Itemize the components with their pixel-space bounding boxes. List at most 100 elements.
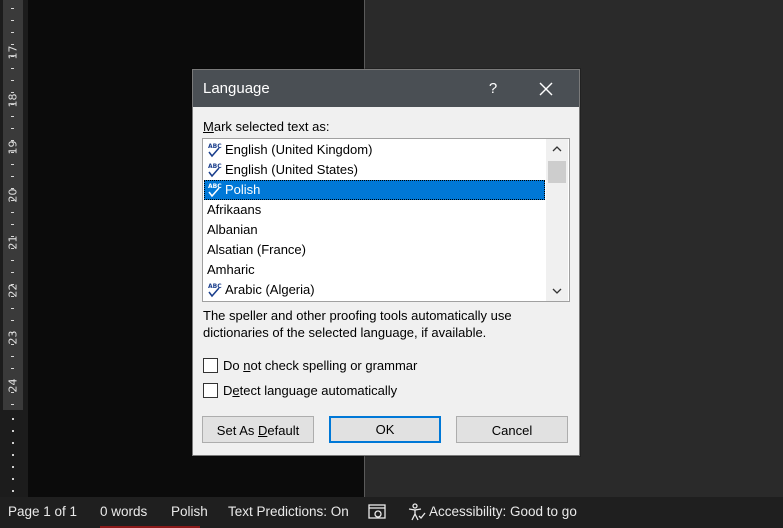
vertical-ruler: 17 18 19 20 21 22 23 24: [0, 0, 28, 497]
spellcheck-icon: ABC: [207, 142, 222, 158]
detect-language-label[interactable]: Detect language automatically: [223, 383, 397, 398]
no-check-spelling-checkbox[interactable]: [203, 358, 218, 373]
focus-mode-icon[interactable]: [367, 502, 387, 525]
ruler-tick: [11, 236, 14, 237]
language-name: Albanian: [207, 222, 258, 237]
ruler-tick: [11, 380, 14, 381]
status-bar: Page 1 of 1 0 words Polish Text Predicti…: [0, 497, 783, 528]
ruler-tick: [11, 104, 14, 105]
help-button[interactable]: ?: [479, 75, 507, 103]
language-name: English (United States): [225, 162, 358, 177]
text-predictions-status[interactable]: Text Predictions: On: [228, 504, 349, 519]
description-text: The speller and other proofing tools aut…: [203, 308, 512, 340]
no-check-spelling-label[interactable]: Do not check spelling or grammar: [223, 358, 417, 373]
ruler-tick: [12, 442, 14, 444]
language-list-item[interactable]: ABC Arabic (Algeria): [204, 280, 545, 300]
svg-text:ABC: ABC: [208, 183, 222, 190]
accessibility-status[interactable]: Accessibility: Good to go: [429, 504, 577, 519]
ruler-tick: [11, 308, 14, 309]
language-name: Polish: [225, 182, 261, 197]
ruler-tick: [11, 248, 14, 249]
ruler-tick: [11, 8, 14, 9]
chevron-up-icon: [552, 146, 562, 152]
ruler-number: 19: [6, 140, 20, 155]
scroll-thumb[interactable]: [548, 161, 566, 183]
ruler-tick: [11, 152, 14, 153]
ruler-tick: [11, 200, 14, 201]
language-list-item[interactable]: Albanian: [204, 220, 545, 240]
word-count[interactable]: 0 words: [100, 504, 147, 519]
ruler-tick: [11, 68, 14, 69]
set-as-default-button[interactable]: Set As Default: [202, 416, 314, 443]
ruler-tick: [11, 212, 14, 213]
svg-text:ABC: ABC: [208, 283, 222, 290]
spellcheck-icon: ABC: [207, 282, 222, 298]
ruler-tick: [11, 320, 14, 321]
language-list-item[interactable]: Afrikaans: [204, 200, 545, 220]
page-count[interactable]: Page 1 of 1: [8, 504, 77, 519]
ruler-number: 18: [6, 93, 20, 108]
ruler-tick: [12, 466, 14, 468]
close-button[interactable]: [533, 76, 559, 102]
ruler-strip: [3, 0, 23, 410]
cancel-button[interactable]: Cancel: [456, 416, 568, 443]
ruler-tick: [11, 260, 14, 261]
language-list-item[interactable]: Alsatian (France): [204, 240, 545, 260]
dialog-title: Language: [203, 80, 270, 97]
scroll-down-button[interactable]: [546, 281, 568, 301]
ruler-tick: [11, 356, 14, 357]
ruler-tick: [12, 478, 14, 480]
ruler-tick: [11, 368, 14, 369]
language-name: Alsatian (France): [207, 242, 306, 257]
language-name: Arabic (Algeria): [225, 282, 315, 297]
language-list-item[interactable]: ABC English (United Kingdom): [204, 140, 545, 160]
ruler-tick: [11, 92, 14, 93]
spellcheck-icon: ABC: [207, 182, 222, 198]
ruler-tick: [11, 272, 14, 273]
ruler-tick: [11, 404, 14, 405]
ruler-tick: [12, 454, 14, 456]
language-list-item[interactable]: ABC Polish: [204, 180, 545, 200]
ruler-tick: [11, 188, 14, 189]
ruler-tick: [11, 344, 14, 345]
ruler-tick: [11, 392, 14, 393]
close-icon: [539, 82, 553, 96]
ruler-tick: [11, 224, 14, 225]
ruler-tick: [11, 32, 14, 33]
language-listbox[interactable]: ABC English (United Kingdom) ABC English (U…: [202, 138, 570, 302]
language-list-item[interactable]: ABC English (United States): [204, 160, 545, 180]
ruler-tick: [11, 140, 14, 141]
ruler-tick: [11, 176, 14, 177]
ruler-tick: [11, 128, 14, 129]
ruler-tick: [11, 332, 14, 333]
scroll-up-button[interactable]: [546, 139, 568, 159]
svg-text:ABC: ABC: [208, 143, 222, 150]
ok-button[interactable]: OK: [329, 416, 441, 443]
listbox-scrollbar[interactable]: [546, 139, 568, 301]
language-list-item[interactable]: Amharic: [204, 260, 545, 280]
ruler-tick: [12, 418, 14, 420]
ruler-number: 20: [6, 188, 20, 203]
accessibility-icon[interactable]: [407, 502, 427, 525]
svg-text:ABC: ABC: [208, 163, 222, 170]
ruler-tick: [11, 80, 14, 81]
chevron-down-icon: [552, 288, 562, 294]
spellcheck-icon: ABC: [207, 162, 222, 178]
ruler-tick: [11, 20, 14, 21]
ruler-tick: [11, 56, 14, 57]
ruler-number: 17: [6, 45, 20, 60]
ruler-tick: [12, 490, 14, 492]
ruler-tick: [11, 284, 14, 285]
ruler-tick: [11, 296, 14, 297]
dialog-titlebar: Language ?: [193, 70, 579, 107]
mark-selected-label: Mark selected text as:: [203, 119, 330, 134]
language-dialog: Language ? Mark selected text as: ABC Eng…: [192, 69, 580, 456]
ruler-tick: [12, 430, 14, 432]
language-indicator[interactable]: Polish: [171, 504, 208, 519]
language-name: Amharic: [207, 262, 255, 277]
language-name: Afrikaans: [207, 202, 262, 217]
ruler-tick: [11, 44, 14, 45]
detect-language-checkbox[interactable]: [203, 383, 218, 398]
language-name: English (United Kingdom): [225, 142, 373, 157]
ruler-tick: [11, 116, 14, 117]
